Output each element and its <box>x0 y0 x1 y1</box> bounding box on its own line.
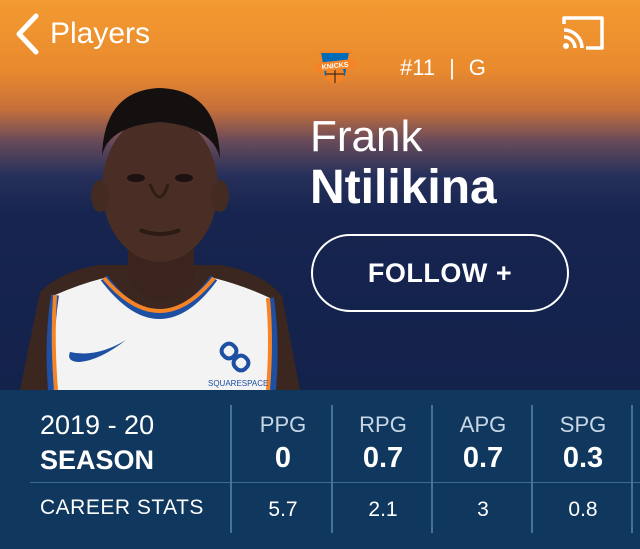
meta-separator: | <box>449 55 455 80</box>
season-label: SEASON <box>40 445 155 475</box>
stat-header-ppg: PPG <box>259 412 307 437</box>
career-stats-label: CAREER STATS <box>40 496 204 519</box>
cast-icon[interactable] <box>560 14 606 52</box>
player-photo: SQUARESPACE <box>20 88 300 390</box>
season-year: 2019 - 20 <box>40 410 155 440</box>
jersey-number: #11 <box>400 55 436 80</box>
stats-panel: 2019 - 20 SEASON CAREER STATS PPG RPG AP… <box>0 390 640 549</box>
stat-header-apg: APG <box>459 412 507 437</box>
stats-divider <box>30 482 640 483</box>
season-rpg: 0.7 <box>362 442 404 474</box>
player-first-name: Frank <box>310 112 423 161</box>
career-apg: 3 <box>477 498 489 521</box>
player-header: Players SQUARESPACE KNICKS #11 | G Frank… <box>0 0 640 390</box>
column-divider <box>230 405 232 533</box>
career-ppg: 5.7 <box>268 498 298 521</box>
stat-header-rpg: RPG <box>359 412 407 437</box>
career-spg: 0.8 <box>568 498 598 521</box>
career-rpg: 2.1 <box>368 498 398 521</box>
back-button[interactable]: Players <box>14 12 150 56</box>
stat-header-spg: SPG <box>559 412 607 437</box>
season-apg: 0.7 <box>462 442 504 474</box>
follow-button[interactable]: FOLLOW + <box>311 234 569 312</box>
player-meta: KNICKS #11 | G <box>312 46 486 90</box>
season-ppg: 0 <box>274 442 292 474</box>
knicks-logo: KNICKS <box>314 51 356 83</box>
season-spg: 0.3 <box>562 442 604 474</box>
player-position: G <box>468 55 486 80</box>
back-label: Players <box>50 17 151 50</box>
player-last-name: Ntilikina <box>310 161 497 214</box>
chevron-left-icon <box>16 13 39 55</box>
jersey-sponsor-text: SQUARESPACE <box>208 379 268 388</box>
